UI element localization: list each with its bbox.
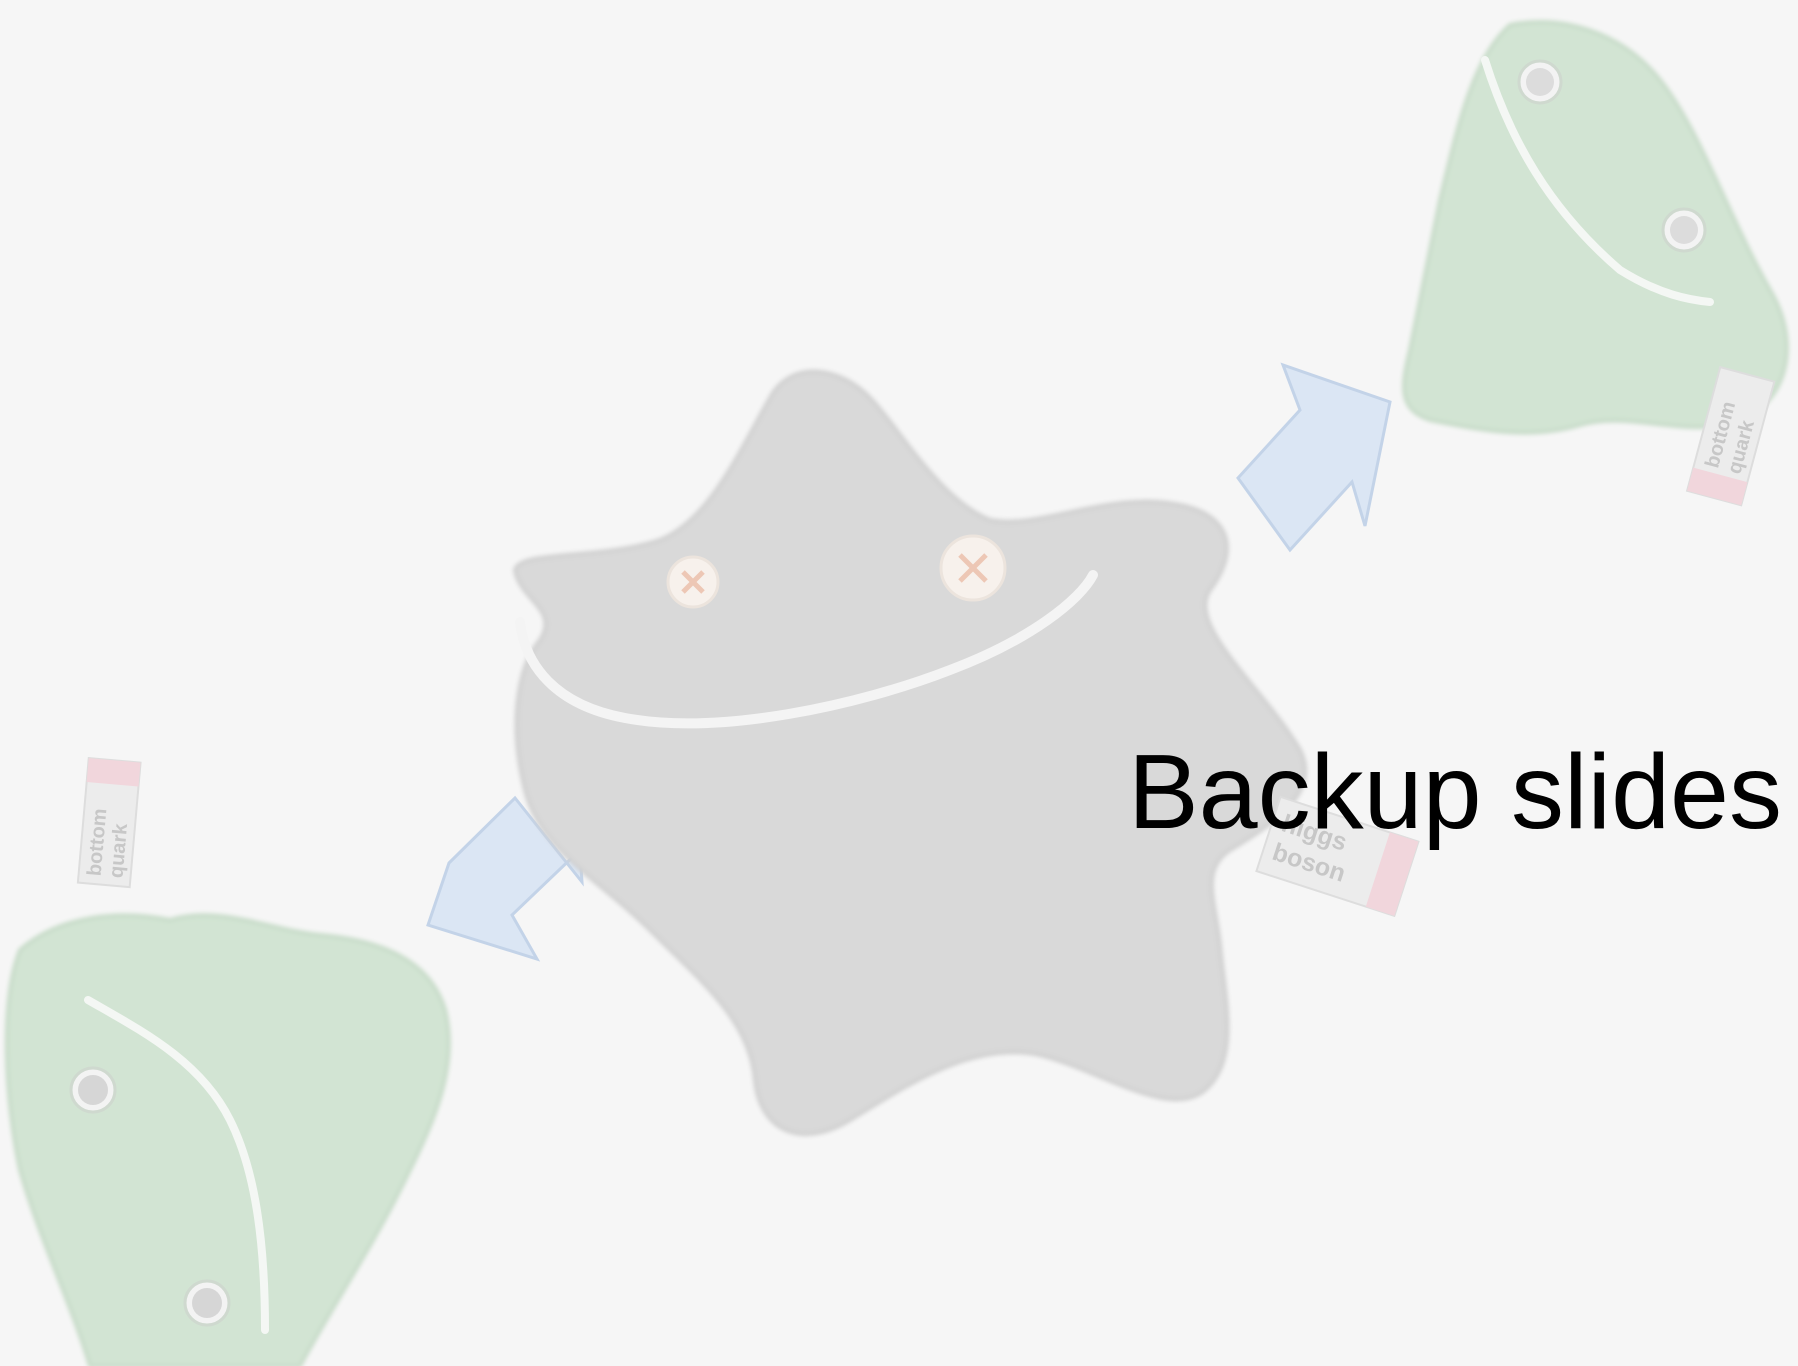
quark-top-eye-2-icon	[1661, 207, 1707, 253]
bottom-quark-plush-top-right: bottom quark	[1402, 20, 1789, 507]
slide: higgs boson bottom quark bottom quark Ba…	[0, 0, 1798, 1366]
quark-bottom-tag: bottom quark	[76, 756, 142, 889]
bottom-quark-plush-bottom-left: bottom quark	[4, 756, 451, 1366]
higgs-right-eye-icon	[939, 534, 1007, 602]
slide-title: Backup slides	[1127, 733, 1782, 851]
higgs-left-eye-icon	[666, 555, 720, 609]
quark-bottom-eye-1-icon	[69, 1066, 117, 1114]
quark-top-eye-1-icon	[1517, 59, 1563, 105]
decay-illustration: higgs boson bottom quark bottom quark	[4, 20, 1789, 1366]
arrow-up-right-icon	[1236, 362, 1392, 553]
quark-bottom-eye-2-icon	[183, 1279, 231, 1327]
